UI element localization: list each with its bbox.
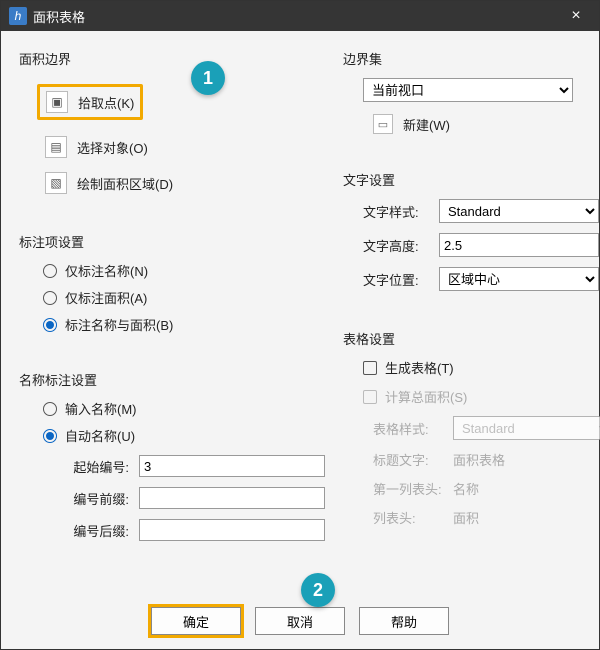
group-name-annot-title: 名称标注设置 — [19, 370, 325, 389]
select-object-label: 选择对象(O) — [77, 138, 148, 157]
col1-row: 第一列表头: 名称 — [373, 479, 600, 498]
gen-table-checkbox[interactable] — [363, 361, 377, 375]
new-boundary-button[interactable]: 新建(W) — [403, 115, 450, 134]
select-object-option[interactable]: ▤ 选择对象(O) — [43, 132, 325, 162]
table-style-label: 表格样式: — [373, 419, 445, 438]
callout-1: 1 — [191, 61, 225, 95]
radio-name-and-area-label: 标注名称与面积(B) — [65, 315, 173, 334]
right-column: 边界集 当前视口 ▭ 新建(W) 文字设置 文字样式: Standard 文字高… — [343, 43, 600, 551]
titlebar: h 面积表格 × — [1, 1, 599, 31]
group-area-boundary-title: 面积边界 — [19, 49, 325, 68]
radio-icon — [43, 402, 57, 416]
radio-only-name-label: 仅标注名称(N) — [65, 261, 148, 280]
radio-only-area[interactable]: 仅标注面积(A) — [43, 288, 325, 307]
close-icon[interactable]: × — [561, 7, 591, 25]
radio-name-and-area[interactable]: 标注名称与面积(B) — [43, 315, 325, 334]
col2-value: 面积 — [453, 508, 573, 527]
table-title-label: 标题文字: — [373, 450, 445, 469]
table-title-value: 面积表格 — [453, 450, 573, 469]
table-title-row: 标题文字: 面积表格 — [373, 450, 600, 469]
col1-value: 名称 — [453, 479, 573, 498]
prefix-label: 编号前缀: — [59, 489, 129, 508]
text-style-row: 文字样式: Standard — [363, 199, 600, 223]
gen-table-label: 生成表格(T) — [385, 358, 454, 377]
help-button[interactable]: 帮助 — [359, 607, 449, 635]
start-number-input[interactable] — [139, 455, 325, 477]
calc-total-row: 计算总面积(S) — [363, 387, 600, 406]
group-table-settings-title: 表格设置 — [343, 329, 600, 348]
radio-icon — [43, 264, 57, 278]
suffix-input[interactable] — [139, 519, 325, 541]
suffix-row: 编号后缀: — [59, 519, 325, 541]
text-pos-select[interactable]: 区域中心 — [439, 267, 599, 291]
radio-auto-name[interactable]: 自动名称(U) — [43, 426, 325, 445]
callout-2: 2 — [301, 573, 335, 607]
radio-input-name[interactable]: 输入名称(M) — [43, 399, 325, 418]
new-boundary-icon: ▭ — [373, 114, 393, 134]
col1-label: 第一列表头: — [373, 479, 445, 498]
text-style-label: 文字样式: — [363, 202, 431, 221]
group-boundary-set-title: 边界集 — [343, 49, 600, 68]
select-object-icon: ▤ — [45, 136, 67, 158]
col2-label: 列表头: — [373, 508, 445, 527]
gen-table-row[interactable]: 生成表格(T) — [363, 358, 600, 377]
prefix-row: 编号前缀: — [59, 487, 325, 509]
pick-point-icon: ▣ — [46, 91, 68, 113]
start-number-row: 起始编号: — [59, 455, 325, 477]
pick-point-label: 拾取点(K) — [78, 93, 134, 112]
radio-only-name[interactable]: 仅标注名称(N) — [43, 261, 325, 280]
window-title: 面积表格 — [33, 7, 85, 26]
radio-only-area-label: 仅标注面积(A) — [65, 288, 147, 307]
suffix-label: 编号后缀: — [59, 521, 129, 540]
text-height-label: 文字高度: — [363, 236, 431, 255]
col2-row: 列表头: 面积 — [373, 508, 600, 527]
left-column: 面积边界 ▣ 拾取点(K) ▤ 选择对象(O) ▧ 绘制面积区域(D) 标注项设… — [19, 43, 325, 551]
draw-area-label: 绘制面积区域(D) — [77, 174, 173, 193]
start-number-label: 起始编号: — [59, 457, 129, 476]
cancel-button[interactable]: 取消 — [255, 607, 345, 635]
prefix-input[interactable] — [139, 487, 325, 509]
app-logo-icon: h — [9, 7, 27, 25]
calc-total-label: 计算总面积(S) — [385, 387, 467, 406]
dialog-body: 面积边界 ▣ 拾取点(K) ▤ 选择对象(O) ▧ 绘制面积区域(D) 标注项设… — [1, 31, 599, 611]
boundary-set-select[interactable]: 当前视口 — [363, 78, 573, 102]
text-pos-row: 文字位置: 区域中心 — [363, 267, 600, 291]
radio-icon — [43, 429, 57, 443]
group-annot-item-title: 标注项设置 — [19, 232, 325, 251]
draw-area-option[interactable]: ▧ 绘制面积区域(D) — [43, 168, 325, 198]
pick-point-option[interactable]: ▣ 拾取点(K) — [37, 84, 143, 120]
table-style-select: Standard — [453, 416, 600, 440]
text-pos-label: 文字位置: — [363, 270, 431, 289]
dialog-window: h 面积表格 × 1 2 面积边界 ▣ 拾取点(K) ▤ 选择对象(O) ▧ 绘… — [0, 0, 600, 650]
calc-total-checkbox — [363, 390, 377, 404]
new-boundary-row: ▭ 新建(W) — [373, 114, 600, 134]
radio-icon — [43, 318, 57, 332]
text-height-input[interactable] — [439, 233, 599, 257]
radio-input-name-label: 输入名称(M) — [65, 399, 137, 418]
text-style-select[interactable]: Standard — [439, 199, 599, 223]
draw-area-icon: ▧ — [45, 172, 67, 194]
footer-buttons: 确定 取消 帮助 — [1, 607, 599, 635]
ok-button[interactable]: 确定 — [151, 607, 241, 635]
table-style-row: 表格样式: Standard — [373, 416, 600, 440]
group-text-settings-title: 文字设置 — [343, 170, 600, 189]
text-height-row: 文字高度: — [363, 233, 600, 257]
radio-icon — [43, 291, 57, 305]
radio-auto-name-label: 自动名称(U) — [65, 426, 135, 445]
